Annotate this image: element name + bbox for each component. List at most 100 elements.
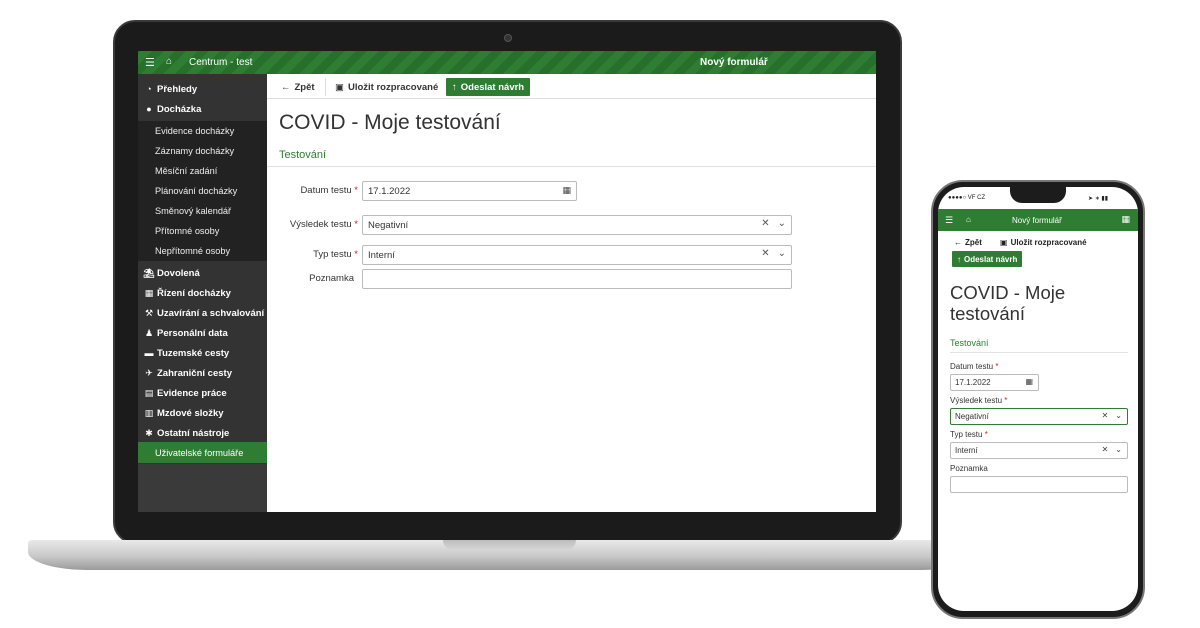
sidebar-item-prehledy[interactable]: ◔ Přehledy	[138, 79, 267, 99]
mobile-header: ☰ ⌂ Nový formulář ▦	[938, 209, 1138, 231]
form-title: Nový formulář	[700, 57, 768, 68]
sidebar-item-personalni-data[interactable]: ♟ Personální data	[138, 323, 267, 343]
sidebar-item-tuzemske-cesty[interactable]: ▬ Tuzemské cesty	[138, 343, 267, 363]
floppy-icon: ▣	[1000, 237, 1008, 247]
clear-icon[interactable]: ✕	[1102, 411, 1109, 420]
plane-icon: ✈	[145, 367, 153, 378]
result-label: Výsledek testu *	[950, 396, 1007, 405]
sidebar-item-zahranicni-cesty[interactable]: ✈ Zahraniční cesty	[138, 363, 267, 383]
result-select[interactable]: Negativní ✕ ⌄	[362, 215, 792, 235]
home-icon[interactable]: ⌂	[166, 56, 172, 67]
sidebar-item-label: Řízení docházky	[157, 287, 231, 299]
result-label-text: Výsledek testu	[289, 219, 352, 230]
sidebar-item-label: Přehledy	[157, 83, 198, 95]
page-title: COVID - Moje testování	[279, 111, 501, 134]
date-label: Datum testu *	[288, 185, 358, 196]
section-divider	[950, 352, 1128, 353]
sidebar-subitem-smenovy-kalendar[interactable]: Směnový kalendář	[138, 201, 267, 221]
back-button[interactable]: ← Zpět	[275, 78, 321, 96]
laptop-notch	[443, 540, 576, 550]
arrow-left-icon: ←	[954, 237, 962, 247]
beach-icon: ⛱	[143, 267, 155, 278]
sidebar-subitem-zaznamy-dochazky[interactable]: Záznamy docházky	[138, 141, 267, 161]
gavel-icon: ⚒	[144, 307, 154, 318]
sidebar-item-ostatni-nastroje[interactable]: ✱ Ostatní nástroje	[138, 423, 267, 443]
clock-icon: ●	[146, 104, 152, 114]
carrier-status: ●●●●○ VF CZ	[948, 195, 986, 201]
sidebar-subitem-evidence-dochazky[interactable]: Evidence docházky	[138, 121, 267, 141]
required-mark: *	[354, 185, 358, 196]
mobile-screen: ●●●●○ VF CZ ➤ ∗ ▮▮ ☰ ⌂ Nový formulář ▦ ←…	[938, 187, 1138, 611]
dashboard-icon: ◔	[146, 84, 152, 94]
sidebar-subitem-nepritomne-osoby[interactable]: Nepřítomné osoby	[138, 241, 267, 261]
sidebar-item-evidence-prace[interactable]: ▤ Evidence práce	[138, 383, 267, 403]
battery-icon: ➤ ∗ ▮▮	[1088, 196, 1108, 202]
arrow-up-icon: ↑	[452, 81, 457, 93]
home-icon[interactable]: ⌂	[966, 215, 971, 224]
type-label-text: Typ testu	[950, 430, 983, 439]
type-select[interactable]: Interní ✕ ⌄	[950, 442, 1128, 459]
phone-notch	[1010, 187, 1066, 203]
calendar-icon[interactable]: ▦	[562, 185, 571, 196]
menu-icon[interactable]: ☰	[945, 215, 953, 226]
qr-code-icon[interactable]: ▦	[1121, 214, 1130, 225]
submit-button[interactable]: ↑ Odeslat návrh	[446, 78, 531, 96]
sidebar-item-dovolena[interactable]: ⛱ Dovolená	[138, 263, 267, 283]
save-draft-label: Uložit rozpracované	[347, 81, 439, 93]
date-input[interactable]: 17.1.2022 ▦	[362, 181, 577, 201]
result-label: Výsledek testu *	[268, 219, 358, 230]
sidebar-item-dochazka[interactable]: ● Docházka	[138, 99, 267, 119]
date-input[interactable]: 17.1.2022 ▦	[950, 374, 1039, 391]
sidebar-item-label: Ostatní nástroje	[157, 427, 230, 439]
sidebar-item-label: Dovolená	[157, 267, 200, 279]
save-draft-button[interactable]: ▣ Uložit rozpracované	[329, 78, 444, 96]
floppy-icon: ▣	[335, 81, 344, 93]
result-value: Negativní	[955, 412, 989, 421]
sidebar-footer	[138, 464, 267, 512]
section-title: Testování	[950, 338, 989, 348]
form-title: Nový formulář	[1012, 216, 1062, 225]
required-mark: *	[995, 362, 999, 371]
note-input[interactable]	[950, 476, 1128, 493]
back-label: Zpět	[965, 237, 982, 247]
sidebar-subitem-planovani-dochazky[interactable]: Plánování docházky	[138, 181, 267, 201]
type-select[interactable]: Interní ✕ ⌄	[362, 245, 792, 265]
note-label: Poznamka	[309, 273, 354, 284]
sidebar-item-uzavirani[interactable]: ⚒ Uzavírání a schvalování	[138, 303, 267, 323]
app-name[interactable]: Centrum - test	[189, 57, 252, 68]
submit-label: Odeslat návrh	[964, 254, 1018, 264]
gear-icon: ✱	[145, 427, 153, 438]
menu-icon[interactable]: ☰	[145, 56, 155, 69]
date-value: 17.1.2022	[368, 185, 411, 197]
back-button[interactable]: ← Zpět	[954, 236, 982, 248]
result-select[interactable]: Negativní ✕ ⌄	[950, 408, 1128, 425]
chevron-down-icon[interactable]: ⌄	[778, 248, 786, 259]
car-icon: ▬	[144, 348, 154, 358]
chevron-down-icon[interactable]: ⌄	[778, 218, 786, 229]
sidebar-subitem-mesicni-zadani[interactable]: Měsíční zadání	[138, 161, 267, 181]
calendar-icon[interactable]: ▦	[1025, 377, 1033, 386]
clear-icon[interactable]: ✕	[1102, 445, 1109, 454]
chevron-down-icon[interactable]: ⌄	[1115, 411, 1122, 420]
required-mark: *	[984, 430, 988, 439]
date-label-text: Datum testu	[300, 185, 352, 196]
sidebar-item-rizeni-dochazky[interactable]: ▦ Řízení docházky	[138, 283, 267, 303]
save-draft-button[interactable]: ▣ Uložit rozpracované	[1000, 236, 1087, 248]
sidebar-item-mzdove-slozky[interactable]: ▥ Mzdové složky	[138, 403, 267, 423]
sidebar-item-label: Zahraniční cesty	[157, 367, 232, 379]
toolbar: ← Zpět ▣ Uložit rozpracované ↑ Odeslat n…	[267, 74, 876, 99]
clear-icon[interactable]: ✕	[761, 248, 769, 259]
type-value: Interní	[955, 446, 978, 455]
submit-button[interactable]: ↑ Odeslat návrh	[952, 251, 1023, 267]
clear-icon[interactable]: ✕	[761, 218, 769, 229]
required-mark: *	[354, 249, 358, 260]
sidebar-subitem-pritomne-osoby[interactable]: Přítomné osoby	[138, 221, 267, 241]
type-label: Typ testu *	[950, 430, 988, 439]
back-label: Zpět	[294, 81, 315, 93]
sidebar-item-uzivatelske-formulare[interactable]: Uživatelské formuláře	[138, 442, 267, 463]
chevron-down-icon[interactable]: ⌄	[1115, 445, 1122, 454]
money-icon: ▥	[144, 407, 154, 418]
sidebar-item-label: Evidence práce	[157, 387, 227, 399]
note-input[interactable]	[362, 269, 792, 289]
result-value: Negativní	[368, 219, 409, 231]
